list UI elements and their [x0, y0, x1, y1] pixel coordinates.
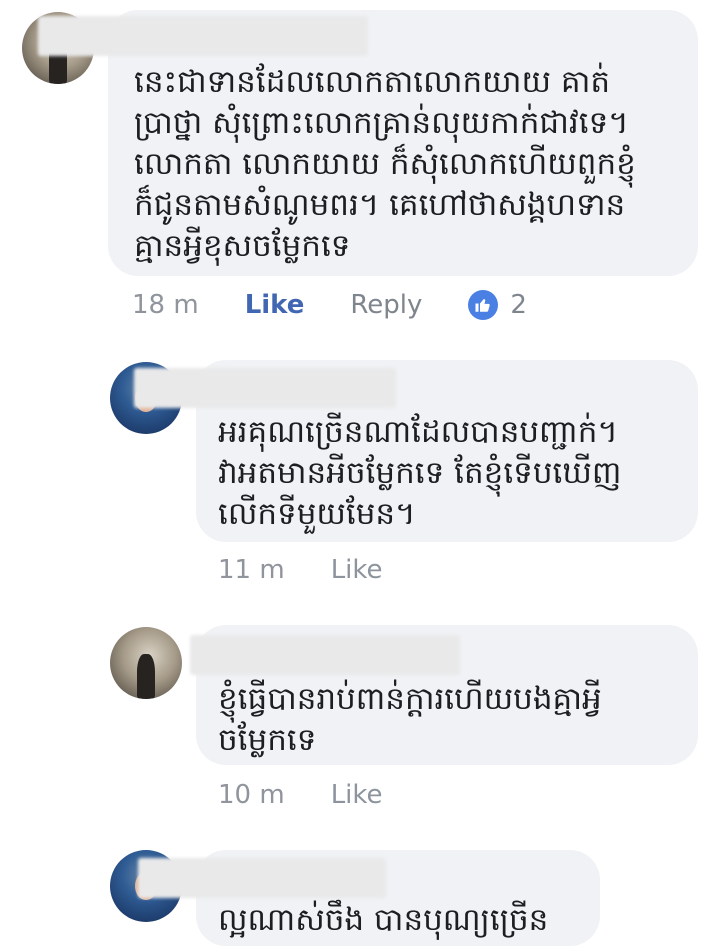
reply-button[interactable]: Reply	[350, 290, 422, 320]
author-name[interactable]	[134, 368, 396, 408]
comment-actions: 11 m Like	[218, 550, 383, 590]
comment: ខ្ញុំធ្វើបានរាប់ពាន់ក្តារហើយបងគ្មាអ្វី ច…	[0, 615, 720, 825]
author-name[interactable]	[190, 635, 460, 675]
comment-bubble: ល្អណាស់ចឹង បានបុណ្យច្រើន	[138, 850, 600, 946]
avatar[interactable]	[110, 627, 182, 699]
author-name[interactable]	[38, 16, 368, 56]
comment-timestamp[interactable]: 11 m	[218, 555, 285, 585]
like-button[interactable]: Like	[331, 555, 383, 585]
comment-bubble: នេះជាទានដែលលោកតាលោកយាយ គាត់ ប្រាថ្នា សុំ…	[38, 10, 698, 276]
reaction-summary[interactable]: 2	[468, 290, 527, 320]
thumbs-up-icon	[468, 290, 499, 320]
comment-bubble: ខ្ញុំធ្វើបានរាប់ពាន់ក្តារហើយបងគ្មាអ្វី ច…	[190, 625, 698, 765]
comment-text: នេះជាទានដែលលោកតាលោកយាយ គាត់ ប្រាថ្នា សុំ…	[134, 64, 636, 264]
comment-actions: 10 m Like	[218, 775, 383, 815]
comment-text: អរគុណច្រើនណាដែលបានបញ្ជាក់។ វាអតមានអីចម្ល…	[218, 414, 622, 532]
like-button[interactable]: Like	[331, 780, 383, 810]
comment-actions: 18 m Like Reply 2	[132, 285, 527, 325]
comment-bubble: អរគុណច្រើនណាដែលបានបញ្ជាក់។ វាអតមានអីចម្ល…	[134, 360, 698, 542]
comment: អរគុណច្រើនណាដែលបានបញ្ជាក់។ វាអតមានអីចម្ល…	[0, 350, 720, 600]
comment: ល្អណាស់ចឹង បានបុណ្យច្រើន	[0, 838, 720, 952]
comment: នេះជាទានដែលលោកតាលោកយាយ គាត់ ប្រាថ្នា សុំ…	[0, 0, 720, 340]
comment-timestamp[interactable]: 10 m	[218, 780, 285, 810]
reaction-count: 2	[510, 290, 527, 320]
like-button[interactable]: Like	[245, 290, 305, 320]
comment-text: ល្អណាស់ចឹង បានបុណ្យច្រើន	[218, 902, 549, 938]
comment-text: ខ្ញុំធ្វើបានរាប់ពាន់ក្តារហើយបងគ្មាអ្វី ច…	[218, 681, 602, 758]
comment-timestamp[interactable]: 18 m	[132, 290, 199, 320]
comment-thread: នេះជាទានដែលលោកតាលោកយាយ គាត់ ប្រាថ្នា សុំ…	[0, 0, 720, 952]
author-name[interactable]	[138, 858, 386, 898]
